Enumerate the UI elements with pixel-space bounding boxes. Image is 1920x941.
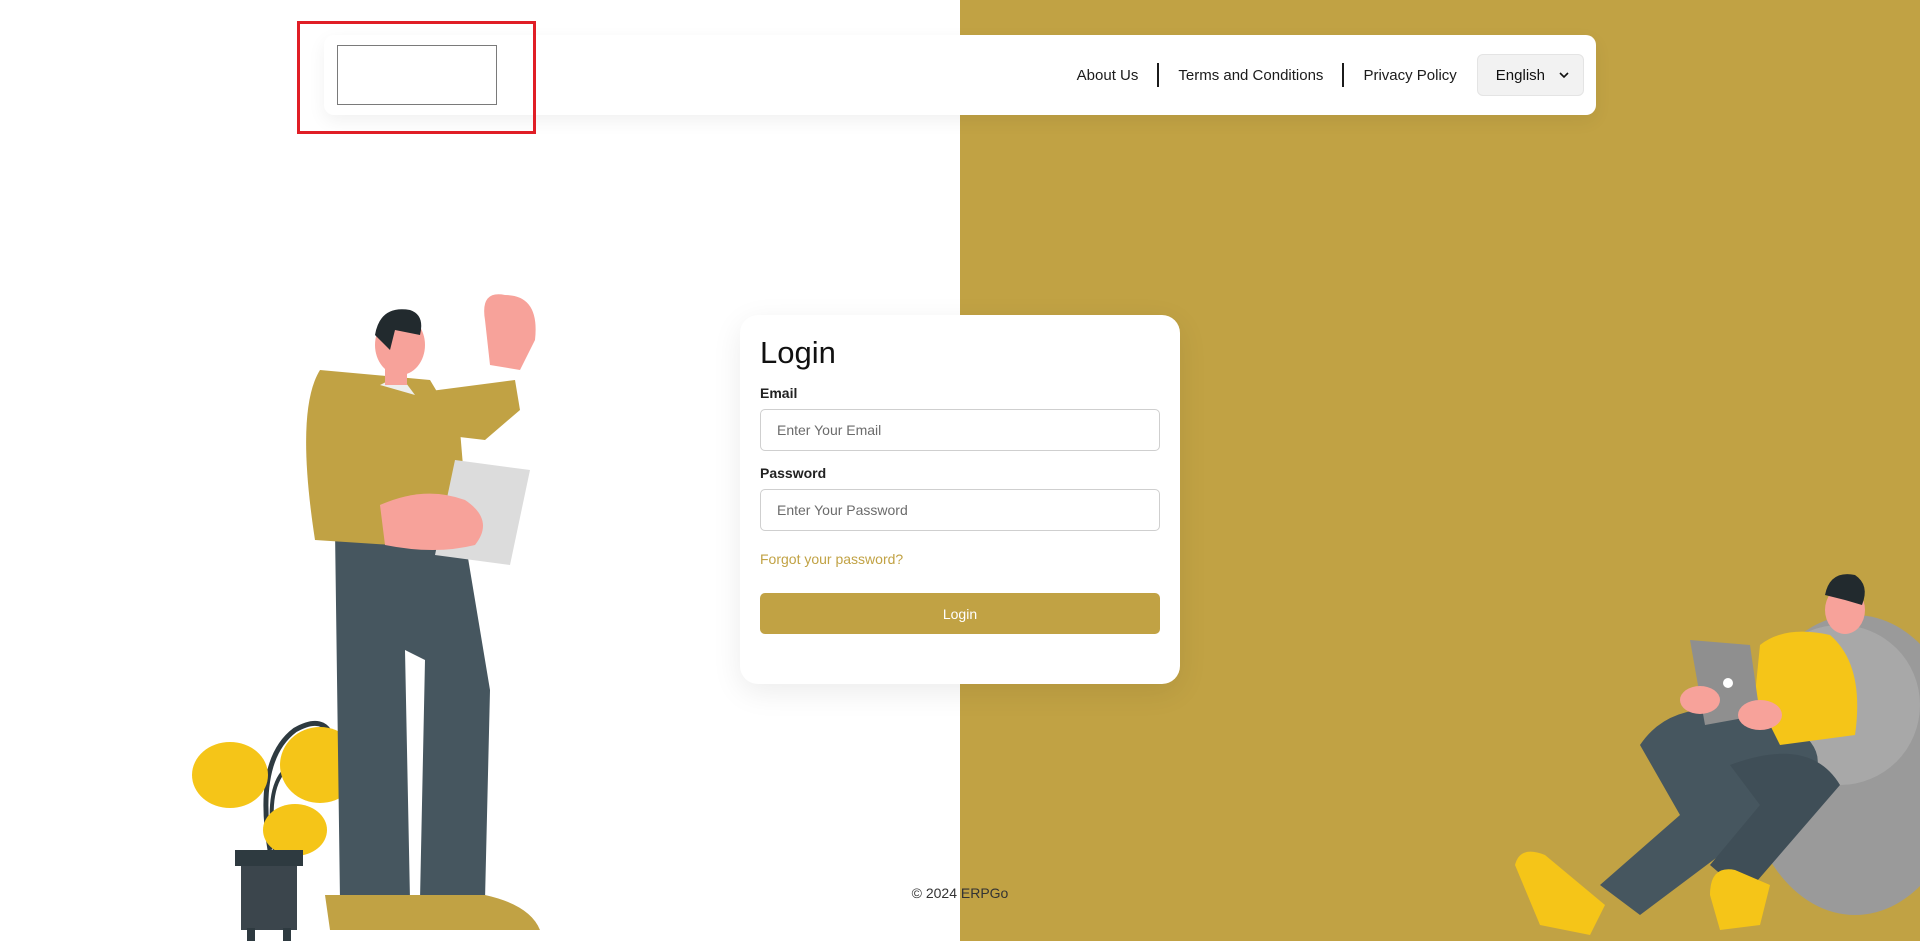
- language-selected-label: English: [1495, 66, 1545, 84]
- email-label: Email: [760, 385, 798, 401]
- footer-copyright: © 2024 ERPGo: [911, 885, 1009, 901]
- nav-privacy-link[interactable]: Privacy Policy: [1344, 67, 1475, 84]
- language-select[interactable]: English: [1476, 54, 1584, 96]
- nav-about-us-link[interactable]: About Us: [1058, 67, 1158, 84]
- login-button[interactable]: Login: [760, 593, 1160, 634]
- footer: © 2024 ERPGo: [0, 885, 1920, 901]
- email-input[interactable]: [760, 409, 1160, 451]
- chevron-down-icon: [1559, 72, 1569, 79]
- header-nav: About Us Terms and Conditions Privacy Po…: [1058, 35, 1596, 115]
- nav-terms-link[interactable]: Terms and Conditions: [1159, 67, 1342, 84]
- standing-man-illustration: [192, 294, 540, 941]
- password-label: Password: [760, 465, 827, 481]
- forgot-password-link[interactable]: Forgot your password?: [760, 551, 1160, 567]
- password-input[interactable]: [760, 489, 1160, 531]
- login-title: Login: [760, 335, 836, 370]
- login-card: Login Email Password Forgot your passwor…: [740, 315, 1180, 684]
- logo-highlight-box: [297, 21, 536, 134]
